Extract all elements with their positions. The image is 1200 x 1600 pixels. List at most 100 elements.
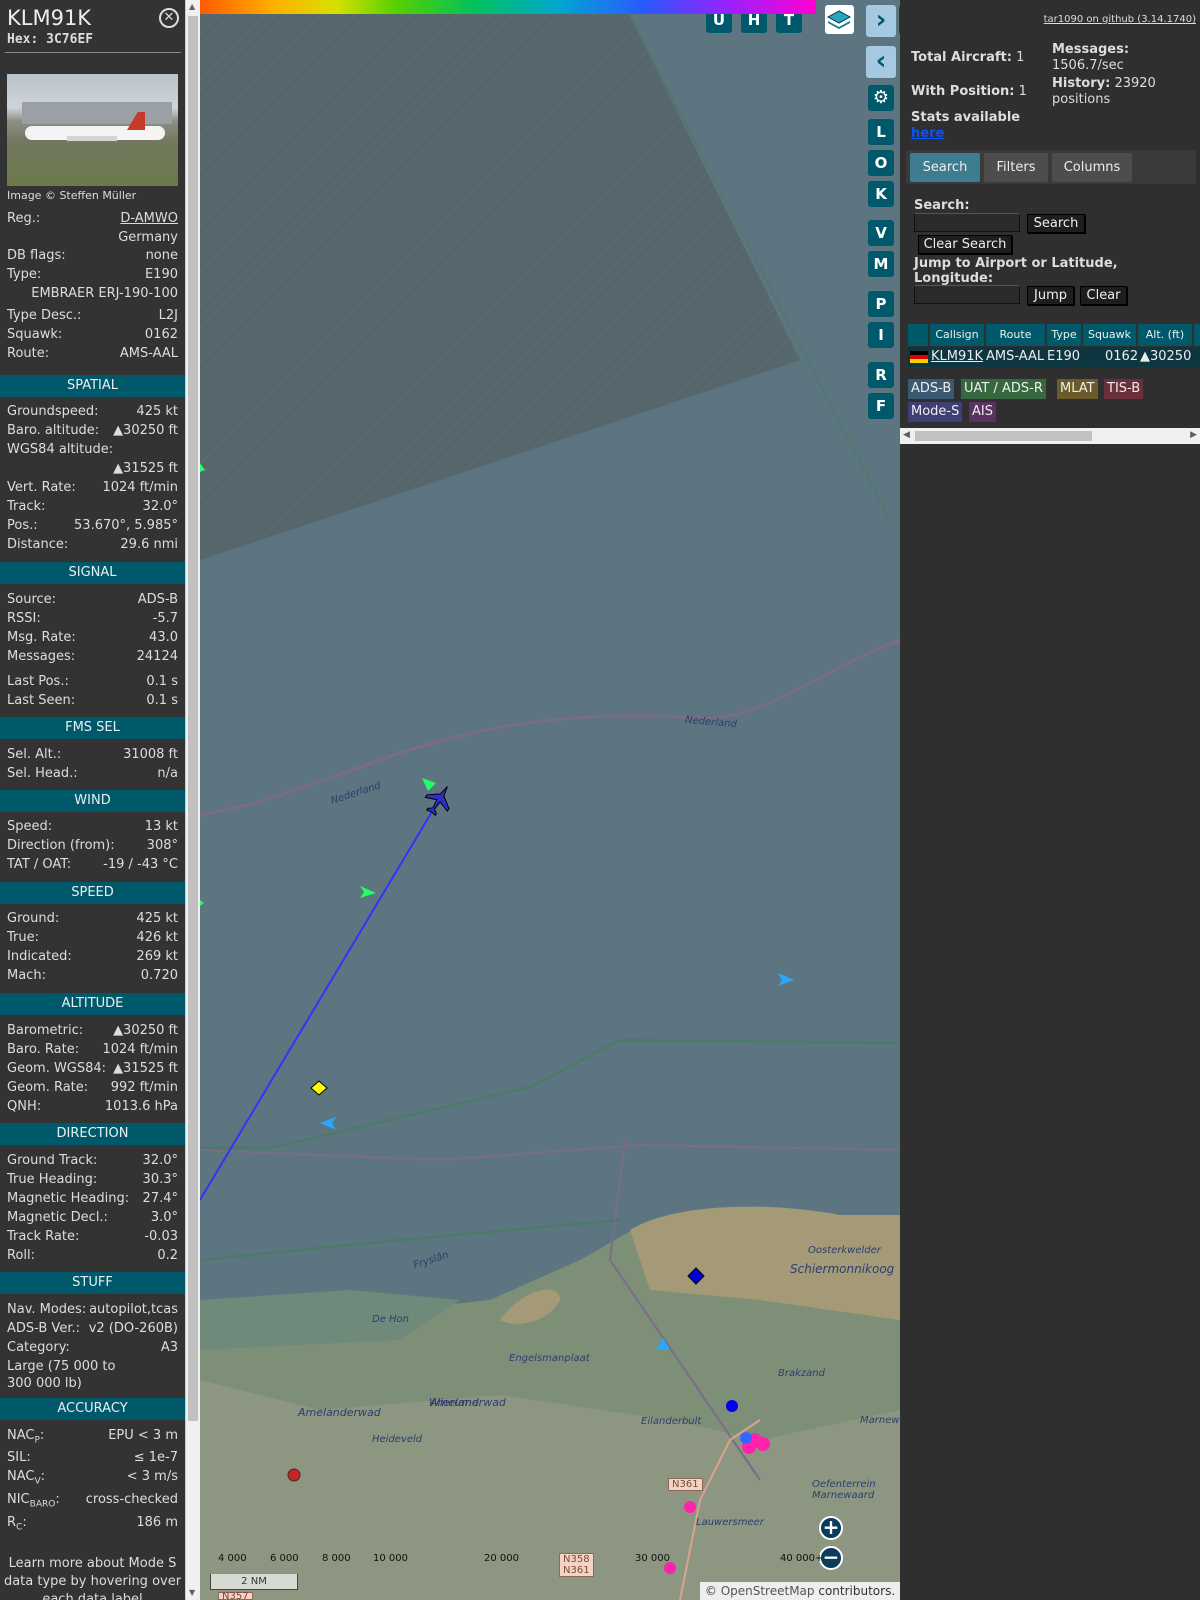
tab-filters[interactable]: Filters	[984, 153, 1048, 182]
aircraft-marker-green-4[interactable]	[200, 900, 204, 906]
section-direction: DIRECTION	[0, 1123, 185, 1145]
row-callsign[interactable]: KLM91K	[931, 348, 983, 366]
vert-rate-row: Vert. Rate: 1024 ft/min	[7, 480, 178, 498]
nacv-label-main: NAC	[7, 1469, 35, 1484]
vessel-marker-red[interactable]	[287, 1468, 301, 1482]
aircraft-photo[interactable]	[7, 74, 178, 186]
clear-search-button[interactable]: Clear Search	[918, 235, 1012, 254]
map-button-i[interactable]: I	[868, 322, 894, 348]
scroll-left-icon[interactable]: ◀	[903, 430, 910, 440]
close-icon[interactable]: ✕	[159, 8, 179, 28]
sel-alt-label: Sel. Alt.:	[7, 747, 62, 762]
messages-value: 24124	[136, 649, 178, 664]
column-header-type[interactable]: Type	[1047, 324, 1081, 346]
scrollbar-thumb[interactable]	[188, 16, 198, 1421]
place-label-amelanderwad: Amelanderwad	[298, 1406, 381, 1419]
section-spatial: SPATIAL	[0, 375, 185, 397]
aircraft-marker-green-1[interactable]	[422, 778, 436, 791]
groundspeed-value: 425 kt	[136, 404, 178, 419]
adsb-ver-label: ADS-B Ver.:	[7, 1321, 80, 1336]
info-panel-scrollbar[interactable]: ▲ ▼	[185, 0, 200, 1600]
github-link[interactable]: tar1090 on github (3.14.1740)	[1044, 14, 1196, 25]
map-view[interactable]: U H T › ‹ ⚙ L O K V M P I R F Nederland …	[200, 0, 900, 1600]
vessel-marker-pink-1[interactable]	[684, 1501, 696, 1513]
search-input[interactable]	[914, 213, 1020, 232]
map-button-l[interactable]: L	[868, 119, 894, 145]
badge-tisb: TIS-B	[1104, 379, 1144, 399]
rssi-row: RSSI: -5.7	[7, 611, 178, 629]
place-label-lauwersmeer: Lauwersmeer	[696, 1517, 764, 1528]
map-button-o[interactable]: O	[868, 150, 894, 176]
adsb-ver-value: v2 (DO-260B)	[88, 1321, 178, 1336]
tab-columns[interactable]: Columns	[1052, 153, 1132, 182]
map-button-f[interactable]: F	[868, 393, 894, 419]
place-label-wierumerwad: Wierumerwad	[429, 1396, 506, 1409]
vessel-marker-blue[interactable]	[726, 1400, 738, 1412]
column-header-squawk[interactable]: Squawk	[1083, 324, 1136, 346]
squawk-value: 0162	[144, 327, 178, 342]
map-button-p[interactable]: P	[868, 291, 894, 317]
type-value: E190	[144, 267, 178, 282]
geom-rate-value: 992 ft/min	[110, 1080, 178, 1095]
search-button[interactable]: Search	[1027, 214, 1085, 233]
aircraft-marker-blue-2[interactable]	[320, 1117, 336, 1130]
layers-button[interactable]	[825, 5, 854, 34]
stats-link[interactable]: here	[911, 126, 944, 141]
messages-stat: Messages: 1506.7/sec	[1052, 42, 1197, 74]
alt-label-20000: 20 000	[484, 1553, 519, 1564]
section-accuracy: ACCURACY	[0, 1398, 185, 1420]
wind-dir-row: Direction (from): 308°	[7, 838, 178, 856]
lastseen-row: Last Seen: 0.1 s	[7, 693, 178, 711]
settings-button[interactable]: ⚙	[868, 85, 894, 111]
reg-link[interactable]: D-AMWO	[120, 211, 178, 226]
place-label-de-hon: De Hon	[372, 1314, 410, 1325]
row-squawk: 0162	[1105, 349, 1139, 364]
rc-label-main: R	[7, 1515, 17, 1530]
column-header-flag[interactable]	[908, 324, 928, 346]
nacv-label-sub: V	[34, 1476, 41, 1487]
track-rate-value: -0.03	[144, 1229, 178, 1244]
jump-button[interactable]: Jump	[1027, 286, 1074, 305]
column-header-alt[interactable]: Alt. (ft)	[1138, 324, 1192, 346]
jump-input[interactable]	[914, 285, 1020, 304]
expand-right-button[interactable]: ›	[866, 5, 896, 37]
wind-speed-row: Speed: 13 kt	[7, 819, 178, 837]
wind-dir-label: Direction (from):	[7, 838, 115, 853]
aircraft-marker-yellow[interactable]	[310, 1080, 328, 1096]
aircraft-marker-green-2[interactable]	[360, 886, 376, 898]
scroll-right-icon[interactable]: ▶	[1190, 430, 1197, 440]
qnh-row: QNH: 1013.6 hPa	[7, 1099, 178, 1117]
vessel-marker-pink-4[interactable]	[756, 1437, 770, 1451]
mag-decl-value: 3.0°	[150, 1210, 178, 1225]
nic-value: cross-checked	[85, 1492, 178, 1507]
layers-icon	[826, 10, 852, 29]
column-header-route[interactable]: Route	[986, 324, 1045, 346]
clear-button[interactable]: Clear	[1080, 286, 1127, 305]
scroll-up-icon[interactable]: ▲	[189, 2, 195, 11]
geom-value: ▲31525 ft	[113, 1061, 178, 1076]
type-label: Type:	[7, 267, 42, 282]
source-label: Source:	[7, 592, 57, 607]
zoom-in-button[interactable]: +	[819, 1516, 843, 1540]
map-button-r[interactable]: R	[868, 362, 894, 388]
roll-label: Roll:	[7, 1248, 36, 1263]
table-horizontal-scrollbar[interactable]: ◀ ▶	[900, 428, 1200, 444]
section-fms: FMS SEL	[0, 717, 185, 739]
tab-search[interactable]: Search	[910, 153, 980, 182]
map-button-v[interactable]: V	[868, 220, 894, 246]
hscroll-thumb[interactable]	[915, 431, 1092, 441]
vessel-marker-blue-2[interactable]	[740, 1432, 752, 1444]
section-signal: SIGNAL	[0, 562, 185, 584]
aircraft-marker-blue-1[interactable]	[778, 973, 794, 986]
scroll-down-icon[interactable]: ▼	[189, 1588, 195, 1597]
baro-alt-value: ▲30250 ft	[113, 423, 178, 438]
sel-head-row: Sel. Head.: n/a	[7, 766, 178, 784]
messages-label: Messages:	[7, 649, 76, 664]
map-button-m[interactable]: M	[868, 251, 894, 277]
column-header-callsign[interactable]: Callsign	[930, 324, 984, 346]
collapse-left-button[interactable]: ‹	[866, 46, 896, 78]
alt-label-40000: 40 000+	[780, 1553, 824, 1564]
osm-link[interactable]: OpenStreetMap	[721, 1584, 815, 1598]
map-button-k[interactable]: K	[868, 181, 894, 207]
true-heading-label: True Heading:	[7, 1172, 98, 1187]
